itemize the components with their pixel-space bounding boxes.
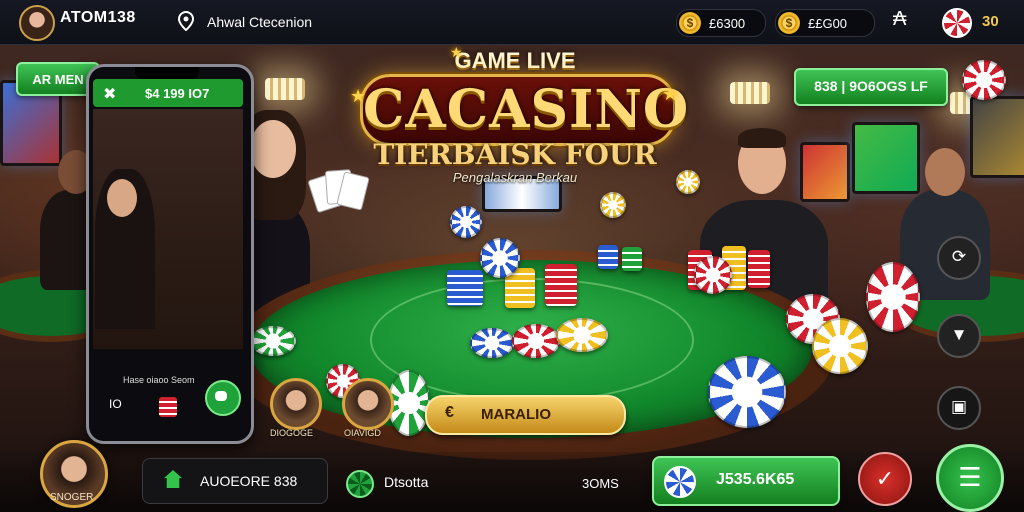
phone-footer-value: IO [109, 397, 122, 411]
phone-notch [135, 67, 199, 79]
brand-name: ATOM138 [60, 9, 136, 26]
logo-tagline: Pengalaskran Berkau [452, 170, 578, 185]
wall-screen [852, 122, 920, 194]
poker-chip [812, 318, 868, 374]
star-icon: ★ [350, 86, 367, 106]
menu-icon: ☰ [958, 462, 982, 492]
phone-header: ✖ $4 199 IO7 [93, 79, 243, 107]
phone-play-button[interactable] [205, 380, 241, 416]
currency-icon[interactable]: ₳ [893, 8, 906, 31]
gift-button[interactable]: ▣ [937, 386, 981, 430]
user-avatar[interactable] [19, 5, 55, 41]
logo-main-text: CACASINO [360, 74, 688, 146]
logo-top-text: GAME LIVE [454, 48, 576, 73]
poker-chip [694, 256, 732, 294]
chip-stack [545, 264, 577, 306]
poker-chip [676, 170, 700, 194]
logo-sub-text: TIERBAISK FOUR [373, 138, 657, 171]
casino-chip-icon[interactable] [346, 470, 374, 498]
ceiling-lamp [265, 78, 305, 100]
phone-dealer-head [107, 179, 137, 217]
action-button-label: MARALIO [481, 406, 551, 423]
left-banner-label: AR MEN [32, 72, 84, 87]
poker-chip [250, 326, 296, 356]
star-icon: ★ [450, 44, 463, 60]
phone-chip-stack-icon [159, 397, 177, 417]
phone-header-amount: $4 199 IO7 [145, 86, 210, 101]
refresh-button[interactable]: ⟳ [937, 236, 981, 280]
player-name: DIOGOGE [270, 428, 314, 438]
left-info-value: AUOEORE 838 [200, 473, 298, 489]
notification-badge[interactable]: 30 [982, 13, 999, 30]
poker-chip [962, 60, 1006, 100]
poker-chip [450, 206, 482, 238]
wall-screen [970, 96, 1024, 178]
heart-check-icon: ✓ [875, 466, 895, 491]
coin-balance-value: £6300 [709, 16, 746, 31]
basket-button[interactable]: ▼ [937, 314, 981, 358]
coin-balance-value: ££G00 [808, 16, 848, 31]
right-banner-label: 838 | 9O6OGS LF [814, 78, 928, 94]
phone-caption: Hase oiaoo Seom [123, 375, 195, 385]
right-banner-button[interactable]: 838 | 9O6OGS LF [794, 68, 948, 106]
background-person-head [925, 148, 965, 196]
player-avatar[interactable] [270, 378, 322, 430]
star-icon: ★ [662, 84, 679, 104]
action-icon: € [445, 404, 454, 421]
dealer-man-hair [738, 128, 786, 148]
poker-chip [480, 238, 520, 278]
coin-balance-2[interactable]: $ ££G00 [775, 9, 875, 37]
menu-button[interactable]: ☰ [936, 444, 1004, 512]
chip-stack [748, 250, 770, 288]
phone-game-view [93, 109, 243, 349]
wall-screen [800, 142, 850, 202]
poker-chip [866, 262, 920, 332]
chip-stack [598, 245, 618, 269]
gamepad-icon [215, 391, 227, 401]
poker-chip [600, 192, 626, 218]
coin-icon: $ [778, 12, 800, 34]
top-bar: ATOM138 Ahwal Ctecenion $ £6300 $ ££G00 … [0, 0, 1024, 45]
chip-stack [622, 247, 642, 271]
poker-chip [388, 370, 430, 436]
favorite-button[interactable]: ✓ [858, 452, 912, 506]
balance-button[interactable]: J535.6K65 [652, 456, 840, 506]
coin-balance-1[interactable]: $ £6300 [676, 9, 766, 37]
mid-value: 3OMS [582, 476, 619, 491]
chip-stack [447, 270, 483, 306]
location-pin-icon[interactable] [177, 11, 195, 31]
player-name: OIAVIGD [344, 428, 381, 438]
poker-chip [708, 356, 786, 428]
poker-chip [470, 328, 514, 358]
chips-icon[interactable] [942, 8, 972, 38]
balance-value: J535.6K65 [716, 471, 795, 488]
location-label[interactable]: Ahwal Ctecenion [207, 14, 312, 30]
mobile-phone-mockup: ✖ $4 199 IO7 Hase oiaoo Seom IO [86, 64, 254, 444]
action-button[interactable]: € MARALIO [425, 395, 626, 435]
poker-chip [556, 318, 608, 352]
dealer-woman-head [250, 120, 296, 178]
mid-label: Dtsotta [384, 474, 429, 490]
coin-icon: $ [679, 12, 701, 34]
profile-name: SNOGER [50, 492, 94, 503]
player-avatar[interactable] [342, 378, 394, 430]
game-logo: GAME LIVE CACASINO TIERBAISK FOUR Pengal… [350, 44, 688, 186]
chip-icon [664, 466, 696, 498]
poker-chip [512, 324, 560, 358]
shuffle-icon[interactable]: ✖ [103, 84, 116, 104]
playing-cards [307, 169, 370, 214]
ceiling-lamp [730, 82, 770, 104]
